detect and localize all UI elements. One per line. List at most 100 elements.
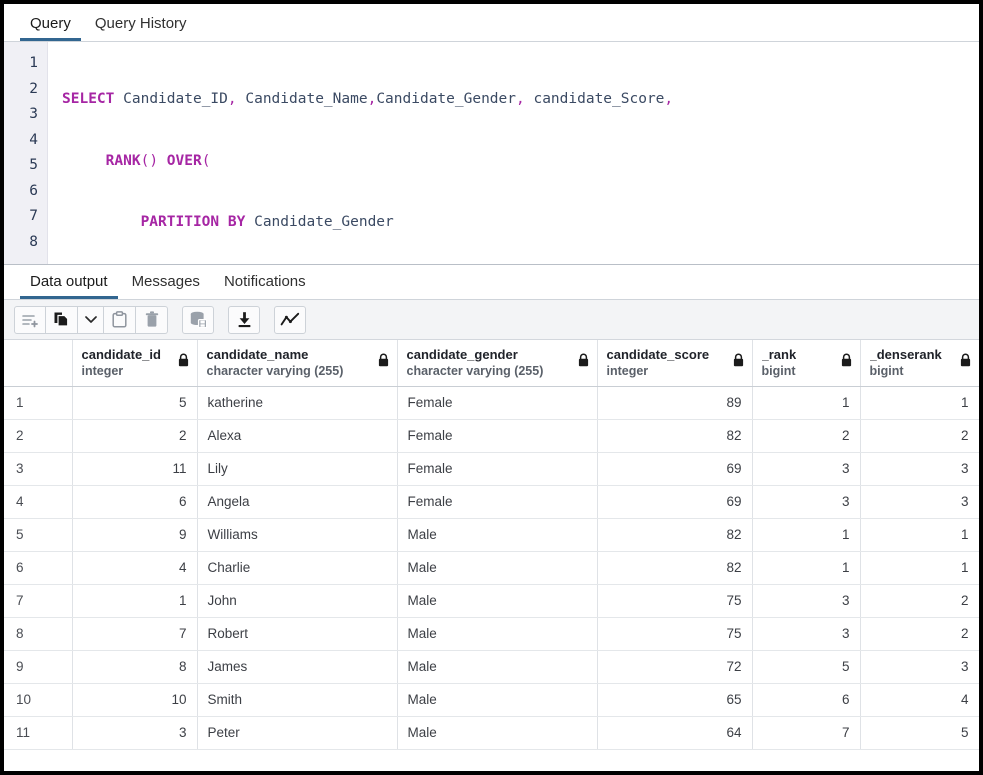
column-header-candidate-score[interactable]: candidate_score integer [597, 340, 752, 386]
cell-denserank[interactable]: 2 [860, 617, 979, 650]
cell-candidate_id[interactable]: 5 [72, 386, 197, 419]
column-header-candidate-name[interactable]: candidate_name character varying (255) [197, 340, 397, 386]
tab-query-history[interactable]: Query History [83, 11, 199, 41]
cell-candidate_gender[interactable]: Female [397, 386, 597, 419]
cell-candidate_gender[interactable]: Female [397, 485, 597, 518]
table-row[interactable]: 46AngelaFemale6933 [4, 485, 979, 518]
chevron-down-icon [85, 315, 97, 324]
column-header-denserank[interactable]: _denserank bigint [860, 340, 979, 386]
download-button[interactable] [228, 306, 260, 334]
cell-candidate_id[interactable]: 6 [72, 485, 197, 518]
cell-candidate_score[interactable]: 82 [597, 518, 752, 551]
cell-denserank[interactable]: 3 [860, 485, 979, 518]
cell-candidate_score[interactable]: 89 [597, 386, 752, 419]
table-row[interactable]: 311LilyFemale6933 [4, 452, 979, 485]
cell-candidate_name[interactable]: Williams [197, 518, 397, 551]
cell-candidate_id[interactable]: 11 [72, 452, 197, 485]
delete-button[interactable] [136, 306, 168, 334]
cell-candidate_gender[interactable]: Female [397, 419, 597, 452]
cell-candidate_score[interactable]: 69 [597, 452, 752, 485]
cell-candidate_id[interactable]: 2 [72, 419, 197, 452]
graph-visualiser-button[interactable] [274, 306, 306, 334]
cell-candidate_gender[interactable]: Male [397, 683, 597, 716]
cell-candidate_name[interactable]: Smith [197, 683, 397, 716]
cell-candidate_id[interactable]: 4 [72, 551, 197, 584]
row-number-cell: 1 [4, 386, 72, 419]
tab-data-output[interactable]: Data output [18, 269, 120, 299]
tab-query[interactable]: Query [18, 11, 83, 41]
cell-rank[interactable]: 3 [752, 452, 860, 485]
table-row[interactable]: 15katherineFemale8911 [4, 386, 979, 419]
cell-candidate_name[interactable]: Charlie [197, 551, 397, 584]
cell-candidate_id[interactable]: 10 [72, 683, 197, 716]
cell-denserank[interactable]: 2 [860, 584, 979, 617]
cell-candidate_gender[interactable]: Male [397, 551, 597, 584]
cell-denserank[interactable]: 3 [860, 452, 979, 485]
cell-candidate_name[interactable]: Alexa [197, 419, 397, 452]
table-row[interactable]: 87RobertMale7532 [4, 617, 979, 650]
cell-candidate_score[interactable]: 82 [597, 419, 752, 452]
cell-candidate_score[interactable]: 75 [597, 617, 752, 650]
save-data-button[interactable] [182, 306, 214, 334]
cell-candidate_gender[interactable]: Male [397, 716, 597, 749]
table-row[interactable]: 22AlexaFemale8222 [4, 419, 979, 452]
table-row[interactable]: 113PeterMale6475 [4, 716, 979, 749]
cell-candidate_gender[interactable]: Male [397, 584, 597, 617]
sql-editor[interactable]: 1 2 3 4 5 6 7 8 SELECT Candidate_ID, Can… [4, 42, 979, 264]
cell-candidate_id[interactable]: 1 [72, 584, 197, 617]
cell-candidate_score[interactable]: 82 [597, 551, 752, 584]
cell-rank[interactable]: 7 [752, 716, 860, 749]
column-header-rank[interactable]: _rank bigint [752, 340, 860, 386]
cell-denserank[interactable]: 1 [860, 386, 979, 419]
cell-rank[interactable]: 3 [752, 617, 860, 650]
cell-candidate_score[interactable]: 69 [597, 485, 752, 518]
table-row[interactable]: 98JamesMale7253 [4, 650, 979, 683]
cell-rank[interactable]: 5 [752, 650, 860, 683]
cell-candidate_name[interactable]: Angela [197, 485, 397, 518]
cell-rank[interactable]: 3 [752, 485, 860, 518]
cell-denserank[interactable]: 5 [860, 716, 979, 749]
cell-candidate_score[interactable]: 65 [597, 683, 752, 716]
paste-button[interactable] [104, 306, 136, 334]
cell-candidate_gender[interactable]: Male [397, 518, 597, 551]
cell-candidate_name[interactable]: Peter [197, 716, 397, 749]
cell-candidate_score[interactable]: 72 [597, 650, 752, 683]
cell-candidate_id[interactable]: 7 [72, 617, 197, 650]
cell-candidate_id[interactable]: 8 [72, 650, 197, 683]
add-row-button[interactable] [14, 306, 46, 334]
sql-code-area[interactable]: SELECT Candidate_ID, Candidate_Name,Cand… [48, 42, 979, 264]
cell-rank[interactable]: 1 [752, 518, 860, 551]
copy-button[interactable] [46, 306, 78, 334]
cell-denserank[interactable]: 3 [860, 650, 979, 683]
cell-rank[interactable]: 6 [752, 683, 860, 716]
cell-candidate_score[interactable]: 64 [597, 716, 752, 749]
table-row[interactable]: 71JohnMale7532 [4, 584, 979, 617]
column-header-candidate-gender[interactable]: candidate_gender character varying (255) [397, 340, 597, 386]
cell-candidate_name[interactable]: Lily [197, 452, 397, 485]
cell-denserank[interactable]: 1 [860, 518, 979, 551]
cell-denserank[interactable]: 2 [860, 419, 979, 452]
cell-candidate_name[interactable]: katherine [197, 386, 397, 419]
copy-options-button[interactable] [78, 306, 104, 334]
tab-messages[interactable]: Messages [120, 269, 212, 299]
cell-candidate_gender[interactable]: Male [397, 617, 597, 650]
table-row[interactable]: 1010SmithMale6564 [4, 683, 979, 716]
cell-rank[interactable]: 2 [752, 419, 860, 452]
cell-candidate_name[interactable]: Robert [197, 617, 397, 650]
cell-candidate_gender[interactable]: Male [397, 650, 597, 683]
tab-notifications[interactable]: Notifications [212, 269, 318, 299]
cell-candidate_score[interactable]: 75 [597, 584, 752, 617]
column-header-candidate-id[interactable]: candidate_id integer [72, 340, 197, 386]
cell-candidate_id[interactable]: 9 [72, 518, 197, 551]
cell-denserank[interactable]: 1 [860, 551, 979, 584]
cell-rank[interactable]: 1 [752, 386, 860, 419]
table-row[interactable]: 64CharlieMale8211 [4, 551, 979, 584]
cell-candidate_name[interactable]: John [197, 584, 397, 617]
table-row[interactable]: 59WilliamsMale8211 [4, 518, 979, 551]
cell-candidate_gender[interactable]: Female [397, 452, 597, 485]
cell-rank[interactable]: 3 [752, 584, 860, 617]
cell-candidate_name[interactable]: James [197, 650, 397, 683]
cell-candidate_id[interactable]: 3 [72, 716, 197, 749]
cell-denserank[interactable]: 4 [860, 683, 979, 716]
cell-rank[interactable]: 1 [752, 551, 860, 584]
